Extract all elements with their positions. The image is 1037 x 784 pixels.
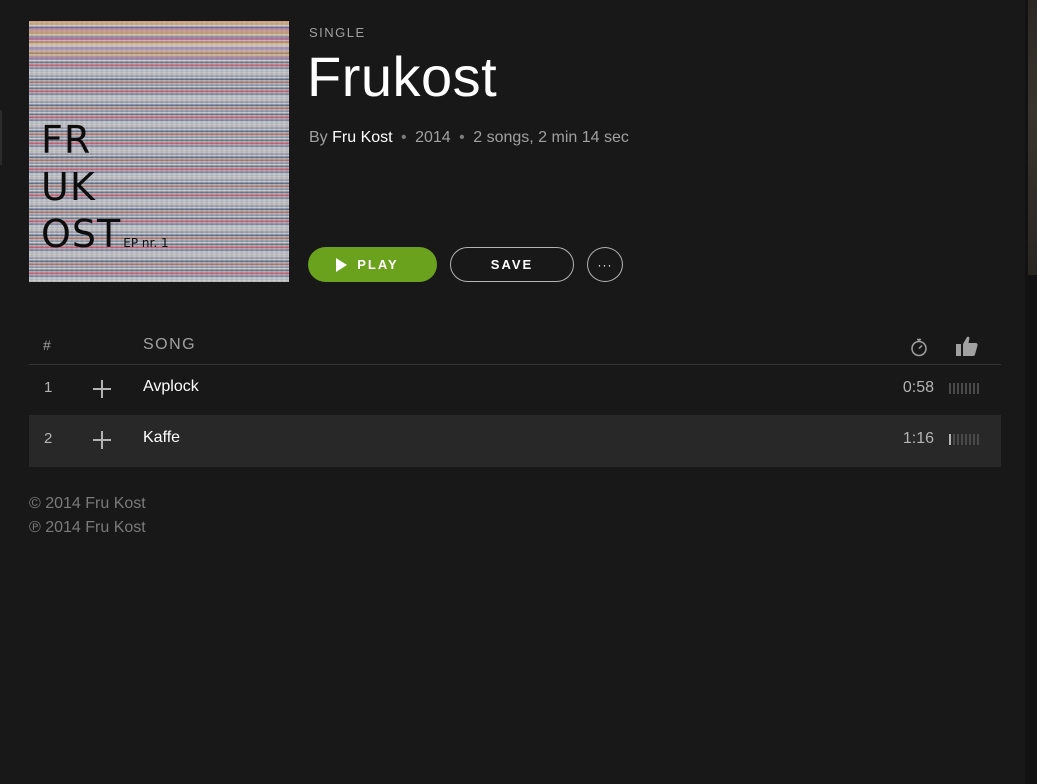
album-summary: 2 songs, 2 min 14 sec — [473, 129, 629, 146]
track-duration: 1:16 — [902, 430, 934, 447]
popularity-tick — [961, 434, 963, 445]
more-options-button[interactable]: ··· — [587, 247, 623, 282]
album-meta: By Fru Kost • 2014 • 2 songs, 2 min 14 s… — [309, 129, 629, 147]
header-song[interactable]: SONG — [143, 336, 196, 354]
popularity-tick — [969, 383, 971, 394]
popularity-tick — [953, 383, 955, 394]
album-page: FR UK OST EP nr. 1 SINGLE Frukost By Fru … — [0, 0, 1037, 784]
popularity-tick — [965, 383, 967, 394]
popularity-tick — [977, 383, 979, 394]
popularity-tick — [961, 383, 963, 394]
thumbs-up-icon[interactable] — [955, 335, 979, 357]
meta-separator: • — [459, 129, 465, 146]
popularity-tick — [957, 434, 959, 445]
track-row[interactable]: 2 Kaffe 1:16 — [29, 416, 1001, 467]
play-label: PLAY — [357, 257, 399, 272]
popularity-tick — [949, 383, 951, 394]
popularity-tick — [957, 383, 959, 394]
popularity-tick — [953, 434, 955, 445]
album-title: Frukost — [307, 45, 498, 108]
track-duration: 0:58 — [902, 379, 934, 396]
stopwatch-icon[interactable] — [909, 337, 929, 357]
copyright-line: © 2014 Fru Kost — [29, 495, 146, 512]
popularity-tick — [969, 434, 971, 445]
popularity-tick — [965, 434, 967, 445]
album-cover[interactable]: FR UK OST EP nr. 1 — [29, 21, 289, 282]
popularity-tick — [949, 434, 951, 445]
play-icon — [336, 257, 348, 272]
copyright-notice: © 2014 Fru Kost ℗ 2014 Fru Kost — [29, 492, 146, 540]
phonographic-copyright-line: ℗ 2014 Fru Kost — [29, 519, 146, 536]
track-row[interactable]: 1 Avplock 0:58 — [29, 365, 1001, 416]
add-track-icon[interactable] — [93, 380, 111, 398]
album-kind-label: SINGLE — [309, 25, 366, 40]
side-art-strip — [1028, 0, 1037, 275]
popularity-tick — [977, 434, 979, 445]
play-button[interactable]: PLAY — [308, 247, 437, 282]
left-scroll-edge — [0, 110, 2, 165]
add-track-icon[interactable] — [93, 431, 111, 449]
artist-link[interactable]: Fru Kost — [332, 129, 392, 146]
right-panel-edge — [1025, 0, 1037, 784]
track-list-header: # SONG — [29, 327, 1001, 365]
save-button[interactable]: SAVE — [450, 247, 574, 282]
cover-lettering: FR UK OST EP nr. 1 — [41, 118, 169, 256]
track-list: # SONG 1 Avplock 0:58 2 Kaffe 1:16 — [29, 327, 1001, 467]
track-number: 2 — [44, 430, 53, 447]
header-number[interactable]: # — [43, 337, 51, 353]
popularity-tick — [973, 434, 975, 445]
track-name[interactable]: Avplock — [143, 378, 199, 396]
track-name[interactable]: Kaffe — [143, 429, 180, 447]
release-year: 2014 — [415, 129, 451, 146]
popularity-bar — [949, 434, 979, 445]
by-label: By — [309, 129, 328, 146]
more-icon: ··· — [597, 257, 613, 272]
meta-separator: • — [401, 129, 407, 146]
popularity-tick — [973, 383, 975, 394]
popularity-bar — [949, 383, 979, 394]
track-number: 1 — [44, 379, 53, 396]
